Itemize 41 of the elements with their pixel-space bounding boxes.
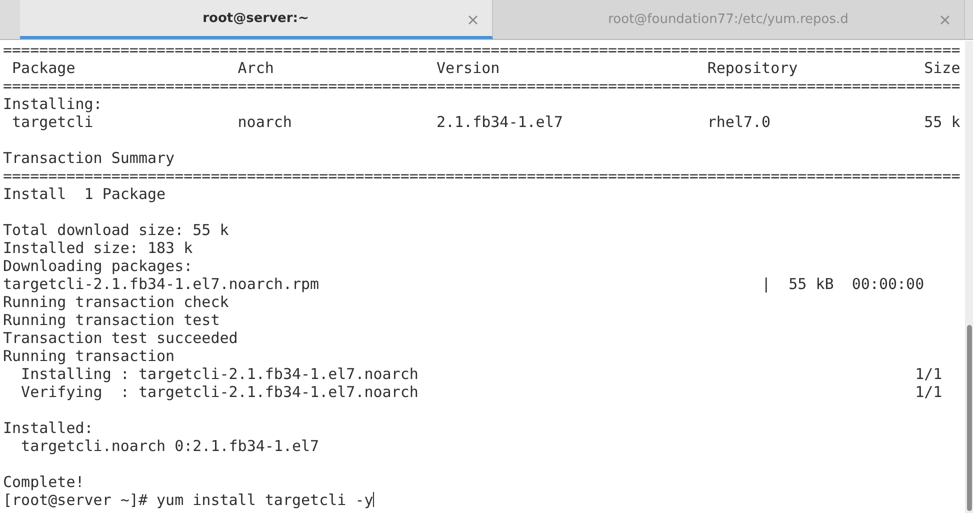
close-icon[interactable] [468, 15, 478, 25]
output-line: Installed: [3, 419, 94, 437]
output-line: Transaction Summary [3, 149, 175, 167]
rule-line: ========================================================================================================== [3, 77, 960, 95]
output-line: Downloading packages: [3, 257, 193, 275]
output-line: Total download size: 55 k [3, 221, 229, 239]
output-line: Running transaction test [3, 311, 220, 329]
shell-prompt: [root@server ~]# [3, 491, 148, 509]
text-cursor [373, 492, 374, 507]
table-cell: noarch [238, 113, 292, 131]
table-cell: 55 k [924, 113, 960, 131]
output-line: Install 1 Package [3, 185, 166, 203]
file-name: targetcli-2.1.fb34-1.el7.noarch.rpm [3, 275, 320, 293]
terminal-tab[interactable]: root@server:~ [20, 0, 492, 39]
table-cell: 2.1.fb34-1.el7 [436, 113, 563, 131]
output-line: Installing : targetcli-2.1.fb34-1.el7.noarch [20, 365, 418, 383]
step-counter: 1/1 [915, 383, 942, 401]
step-counter: 1/1 [915, 365, 942, 383]
separator: | [762, 275, 771, 293]
table-cell: Arch [238, 59, 274, 77]
table-cell: targetcli [12, 113, 94, 131]
table-cell: Repository [707, 59, 798, 77]
scrollbar[interactable] [965, 41, 973, 513]
table-cell: Version [436, 59, 500, 77]
table-cell: Package [12, 59, 76, 77]
output-line: Complete! [3, 473, 84, 491]
output-line: targetcli.noarch 0:2.1.fb34-1.el7 [20, 437, 320, 455]
rule-line: ========================================================================================================== [3, 167, 960, 185]
download-size: 55 kB [788, 275, 834, 293]
elapsed-time: 00:00:00 [852, 275, 924, 293]
output-line: Verifying : targetcli-2.1.fb34-1.el7.noarch [20, 383, 418, 401]
output-line: Transaction test succeeded [3, 329, 238, 347]
command-text: yum install targetcli -y [156, 491, 374, 509]
table-cell: rhel7.0 [707, 113, 771, 131]
output-line: Running transaction [3, 347, 175, 365]
table-cell: Size [924, 59, 960, 77]
output-line: Installing: [3, 95, 102, 113]
rule-line: ========================================================================================================== [3, 41, 960, 59]
output-line: Running transaction check [3, 293, 229, 311]
output-line: Installed size: 183 k [3, 239, 193, 257]
close-icon[interactable] [940, 15, 950, 25]
